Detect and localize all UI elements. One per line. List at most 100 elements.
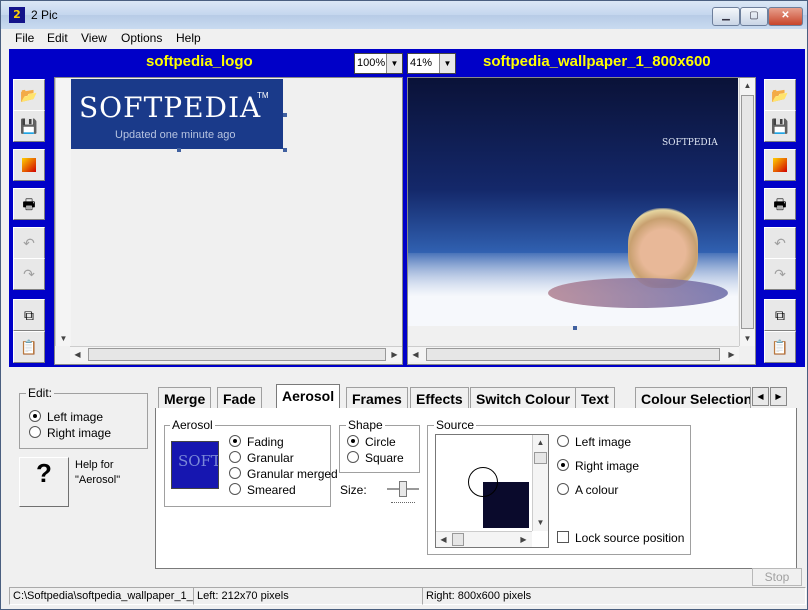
scroll-thumb[interactable] xyxy=(452,533,464,546)
print-button[interactable]: 🖶 xyxy=(13,188,45,220)
redo-button[interactable]: ↷ xyxy=(13,258,45,290)
aerosol-fading-radio[interactable]: Fading xyxy=(229,435,284,449)
scroll-thumb[interactable] xyxy=(88,348,386,361)
scroll-left-icon[interactable]: ◀ xyxy=(70,347,85,362)
paste-button[interactable]: 📋 xyxy=(13,331,45,363)
edit-right-radio[interactable]: Right image xyxy=(29,426,111,440)
aerosol-granular-merged-radio[interactable]: Granular merged xyxy=(229,467,338,481)
paste-button-right[interactable]: 📋 xyxy=(764,331,796,363)
print-icon: 🖶 xyxy=(22,196,36,212)
scroll-down-icon[interactable]: ▼ xyxy=(533,515,548,530)
right-image-pane[interactable]: SOFTPEDIA ▲ ▼ ◀ ▶ xyxy=(407,77,756,365)
scroll-thumb[interactable] xyxy=(741,95,754,329)
undo-button-right[interactable]: ↶ xyxy=(764,227,796,259)
scroll-right-icon[interactable]: ▶ xyxy=(516,532,531,547)
help-button[interactable]: ? xyxy=(19,457,69,507)
redo-button-right[interactable]: ↷ xyxy=(764,258,796,290)
aerosol-smeared-radio[interactable]: Smeared xyxy=(229,483,296,497)
print-button-right[interactable]: 🖶 xyxy=(764,188,796,220)
print-icon: 🖶 xyxy=(773,196,787,212)
resize-handle[interactable] xyxy=(283,113,287,117)
tab-merge[interactable]: Merge xyxy=(158,387,212,408)
left-horizontal-scrollbar[interactable]: ◀ ▶ xyxy=(70,346,402,362)
open-button-right[interactable]: 📂 xyxy=(764,79,796,111)
left-image-pane[interactable]: SOFTPEDIA TM Updated one minute ago ▼ ◀ … xyxy=(54,77,403,365)
stop-button[interactable]: Stop xyxy=(752,568,802,586)
menu-view[interactable]: View xyxy=(81,31,107,45)
scroll-down-icon[interactable]: ▼ xyxy=(56,331,71,346)
tab-colour-selection[interactable]: Colour Selection xyxy=(635,387,751,408)
tab-scroll-right-icon[interactable]: ▶ xyxy=(770,387,787,406)
scroll-up-icon[interactable]: ▲ xyxy=(533,435,548,450)
paste-icon: 📋 xyxy=(20,339,38,355)
left-vertical-scrollbar[interactable]: ▼ xyxy=(55,78,71,346)
scroll-up-icon[interactable]: ▲ xyxy=(740,78,755,93)
shape-square-radio[interactable]: Square xyxy=(347,451,404,465)
resize-handle[interactable] xyxy=(573,326,577,330)
scroll-left-icon[interactable]: ◀ xyxy=(436,532,451,547)
copy-button[interactable]: ⧉ xyxy=(13,299,45,331)
source-right-radio[interactable]: Right image xyxy=(557,459,639,473)
status-right-size: Right: 800x600 pixels xyxy=(422,587,806,605)
shape-group xyxy=(339,425,420,473)
menu-help[interactable]: Help xyxy=(176,31,201,45)
minimize-button[interactable]: ▁ xyxy=(712,7,740,26)
save-button-right[interactable]: 💾 xyxy=(764,110,796,142)
size-slider-thumb[interactable] xyxy=(399,481,407,497)
open-icon: 📂 xyxy=(20,87,38,103)
source-preview[interactable]: ▲ ▼ ◀ ▶ xyxy=(435,434,549,548)
save-button[interactable]: 💾 xyxy=(13,110,45,142)
shape-group-label: Shape xyxy=(346,418,385,432)
chevron-down-icon[interactable]: ▼ xyxy=(439,54,455,73)
left-zoom-select[interactable]: 100% ▼ xyxy=(354,53,403,74)
open-button[interactable]: 📂 xyxy=(13,79,45,111)
aerosol-granular-radio[interactable]: Granular xyxy=(229,451,294,465)
menu-file[interactable]: File xyxy=(15,31,34,45)
tab-switch-colour[interactable]: Switch Colour xyxy=(470,387,577,408)
colour-button-right[interactable] xyxy=(764,149,796,181)
tab-text[interactable]: Text xyxy=(575,387,615,408)
tab-scroll-left-icon[interactable]: ◀ xyxy=(752,387,769,406)
scroll-thumb[interactable] xyxy=(534,452,547,464)
resize-handle[interactable] xyxy=(177,148,181,152)
wallpaper-text: SOFTPEDIA xyxy=(662,138,718,148)
colour-button[interactable] xyxy=(13,149,45,181)
scroll-right-icon[interactable]: ▶ xyxy=(724,347,739,362)
tab-effects[interactable]: Effects xyxy=(410,387,469,408)
right-image: SOFTPEDIA xyxy=(408,78,738,326)
source-colour-radio[interactable]: A colour xyxy=(557,483,618,497)
source-left-radio[interactable]: Left image xyxy=(557,435,631,449)
help-text: Help for "Aerosol" xyxy=(75,459,121,486)
shape-circle-radio[interactable]: Circle xyxy=(347,435,396,449)
right-zoom-select[interactable]: 41% ▼ xyxy=(407,53,456,74)
colour-icon xyxy=(22,158,36,172)
menu-edit[interactable]: Edit xyxy=(47,31,68,45)
left-image: SOFTPEDIA TM Updated one minute ago xyxy=(71,79,283,149)
resize-handle[interactable] xyxy=(283,148,287,152)
right-vertical-scrollbar[interactable]: ▲ ▼ xyxy=(739,78,755,346)
logo-text: SOFTPEDIA xyxy=(79,91,262,124)
scroll-right-icon[interactable]: ▶ xyxy=(387,347,402,362)
source-horizontal-scrollbar[interactable]: ◀ ▶ xyxy=(436,531,532,547)
size-label: Size: xyxy=(340,483,367,497)
undo-button[interactable]: ↶ xyxy=(13,227,45,259)
scroll-down-icon[interactable]: ▼ xyxy=(740,331,755,346)
close-button[interactable]: ✕ xyxy=(768,7,803,26)
tab-fade[interactable]: Fade xyxy=(217,387,262,408)
close-icon: ✕ xyxy=(781,10,790,21)
chevron-down-icon[interactable]: ▼ xyxy=(386,54,402,73)
edit-left-radio[interactable]: Left image xyxy=(29,410,103,424)
left-zoom-value: 100% xyxy=(357,57,386,69)
scroll-left-icon[interactable]: ◀ xyxy=(408,347,423,362)
copy-button-right[interactable]: ⧉ xyxy=(764,299,796,331)
scroll-thumb[interactable] xyxy=(426,348,720,361)
tab-aerosol[interactable]: Aerosol xyxy=(276,384,341,408)
lock-source-checkbox[interactable]: Lock source position xyxy=(557,531,684,545)
menu-options[interactable]: Options xyxy=(121,31,162,45)
right-horizontal-scrollbar[interactable]: ◀ ▶ xyxy=(408,346,739,362)
save-icon: 💾 xyxy=(771,118,789,134)
edit-group-label: Edit: xyxy=(26,386,55,400)
source-vertical-scrollbar[interactable]: ▲ ▼ xyxy=(532,435,548,531)
tab-frames[interactable]: Frames xyxy=(346,387,408,408)
maximize-button[interactable]: ▢ xyxy=(740,7,768,26)
